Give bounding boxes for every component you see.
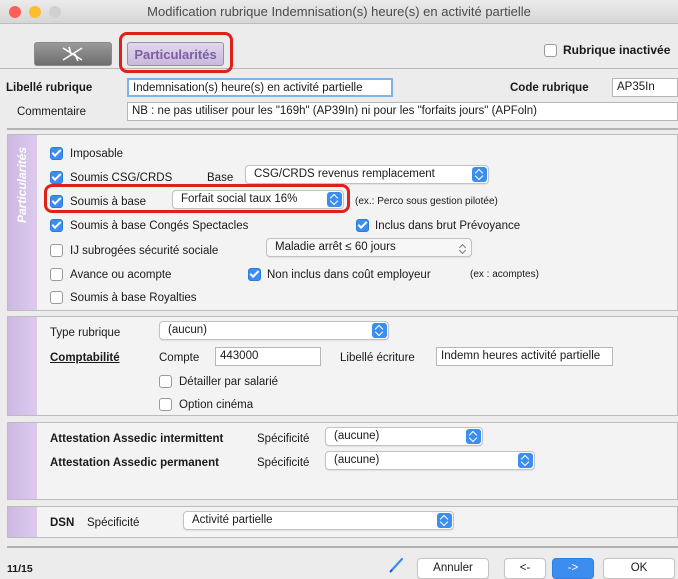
dsn-side-strip (8, 507, 37, 537)
comptabilite-side-strip (8, 317, 37, 415)
base-select-value: CSG/CRDS revenus remplacement (254, 168, 435, 180)
prev-button[interactable]: <- (504, 558, 546, 579)
compte-label: Compte (159, 352, 200, 364)
compte-input[interactable]: 443000 (215, 347, 321, 366)
assedic-permanent-value: (aucune) (334, 454, 380, 466)
detailler-checkbox[interactable] (159, 375, 172, 391)
assedic-intermittent-specificite-label: Spécificité (257, 433, 310, 445)
assedic-permanent-label: Attestation Assedic permanent (50, 457, 219, 469)
royalties-checkbox[interactable] (50, 291, 63, 307)
tab-general[interactable] (34, 42, 112, 66)
soumis-csg-checkbox[interactable] (50, 171, 63, 185)
commentaire-label: Commentaire (17, 106, 87, 118)
ij-subrogees-label: IJ subrogées sécurité sociale (70, 245, 219, 257)
inclus-prevoyance-label: Inclus dans brut Prévoyance (375, 220, 521, 232)
edit-pen-icon[interactable] (388, 556, 406, 577)
dsn-specificite-label: Spécificité (87, 517, 140, 529)
soumis-csg-label: Soumis CSG/CRDS (70, 172, 173, 184)
libelle-rubrique-label: Libellé rubrique (6, 82, 93, 94)
commentaire-input[interactable]: NB : ne pas utiliser pour les "169h" (AP… (127, 102, 678, 121)
chevron-updown-icon (372, 323, 387, 338)
chevron-updown-icon (466, 429, 481, 444)
non-inclus-hint: (ex : acomptes) (470, 269, 539, 280)
annuler-button[interactable]: Annuler (417, 558, 489, 579)
chevron-updown-icon (437, 513, 452, 528)
soumis-conges-label: Soumis à base Congés Spectacles (70, 220, 249, 232)
soumis-base-hint: (ex.: Perco sous gestion pilotée) (355, 196, 498, 207)
footer-divider (7, 546, 678, 548)
rubrique-inactive-checkbox[interactable] (544, 44, 557, 60)
comptabilite-label: Comptabilité (50, 352, 120, 364)
ij-subrogees-checkbox[interactable] (50, 244, 63, 260)
detailler-label: Détailler par salarié (179, 376, 279, 388)
window-title: Modification rubrique Indemnisation(s) h… (147, 4, 531, 19)
assedic-permanent-specificite-label: Spécificité (257, 457, 310, 469)
base-select[interactable]: CSG/CRDS revenus remplacement (245, 165, 489, 184)
particularites-side-label: Particularités (15, 146, 30, 224)
type-rubrique-label: Type rubrique (50, 327, 121, 339)
non-inclus-label: Non inclus dans coût employeur (267, 269, 431, 281)
assedic-intermittent-value: (aucune) (334, 430, 380, 442)
code-rubrique-label: Code rubrique (510, 82, 589, 94)
libelle-ecriture-input[interactable]: Indemn heures activité partielle (436, 347, 613, 366)
highlight-box-tab (119, 32, 233, 73)
royalties-label: Soumis à base Royalties (70, 292, 197, 304)
base-label: Base (207, 172, 234, 184)
non-inclus-checkbox[interactable] (248, 268, 261, 282)
next-button[interactable]: -> (552, 558, 594, 579)
avance-checkbox[interactable] (50, 268, 63, 284)
libelle-ecriture-label: Libellé écriture (340, 352, 415, 364)
type-rubrique-select[interactable]: (aucun) (159, 321, 389, 340)
page-indicator: 11/15 (7, 563, 33, 575)
scissors-icon (62, 46, 83, 62)
assedic-intermittent-label: Attestation Assedic intermittent (50, 433, 224, 445)
chevron-updown-icon (518, 453, 533, 468)
avance-label: Avance ou acompte (70, 269, 172, 281)
assedic-intermittent-select[interactable]: (aucune) (325, 427, 483, 446)
dsn-select[interactable]: Activité partielle (183, 511, 454, 530)
divider (7, 128, 678, 130)
libelle-rubrique-input[interactable]: Indemnisation(s) heure(s) en activité pa… (127, 78, 393, 97)
ij-select-value: Maladie arrêt ≤ 60 jours (275, 241, 396, 253)
assedic-permanent-select[interactable]: (aucune) (325, 451, 535, 470)
ok-button[interactable]: OK (603, 558, 675, 579)
soumis-conges-checkbox[interactable] (50, 219, 63, 233)
ij-select[interactable]: Maladie arrêt ≤ 60 jours (266, 238, 472, 257)
code-rubrique-input[interactable]: AP35In (612, 78, 678, 97)
assedic-side-strip (8, 423, 37, 499)
cinema-checkbox[interactable] (159, 398, 172, 414)
dsn-select-value: Activité partielle (192, 514, 273, 526)
imposable-checkbox[interactable] (50, 147, 63, 161)
imposable-label: Imposable (70, 148, 124, 160)
cinema-label: Option cinéma (179, 399, 254, 411)
dsn-label: DSN (50, 517, 75, 529)
type-rubrique-value: (aucun) (168, 324, 207, 336)
inclus-prevoyance-checkbox[interactable] (356, 219, 369, 233)
highlight-box-soumis-base (44, 184, 350, 213)
rubrique-inactive-label: Rubrique inactivée (563, 43, 671, 57)
chevron-updown-icon (472, 167, 487, 182)
